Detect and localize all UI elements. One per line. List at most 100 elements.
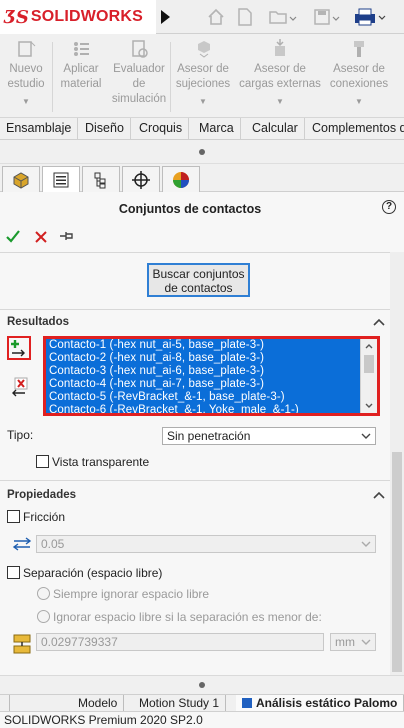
new-study-icon [18, 41, 36, 57]
panel-scrollbar-thumb[interactable] [392, 452, 402, 672]
chevron-down-icon: ▼ [276, 97, 284, 106]
ok-check-icon[interactable] [5, 226, 21, 246]
tab-complementos[interactable]: Complementos de [306, 118, 404, 139]
gap-checkbox[interactable] [7, 566, 20, 579]
scroll-down-icon[interactable] [365, 403, 373, 409]
contact-type-select[interactable]: Sin penetración [162, 427, 376, 445]
gap-distance-field[interactable]: 0.0297739337 [36, 633, 324, 651]
status-bar: SOLIDWORKS Premium 2020 SP2.0 [0, 711, 404, 728]
find-contact-sets-button[interactable]: Buscar conjuntos de contactos [147, 263, 250, 297]
expand-menu-icon[interactable] [158, 8, 172, 26]
property-manager: Conjuntos de contactos ? Buscar conjunto… [0, 192, 404, 675]
separator [170, 42, 171, 112]
configuration-manager-tab[interactable] [82, 166, 120, 192]
tab-calcular[interactable]: Calcular [246, 118, 305, 139]
save-icon[interactable] [313, 5, 343, 29]
fixtures-advisor-button[interactable]: Asesor de sujeciones ▼ [174, 38, 232, 109]
command-manager: Nuevo estudio ▼ Aplicar material Evaluad… [0, 34, 404, 118]
print-icon[interactable] [353, 5, 387, 29]
list-item[interactable]: Contacto-4 (-hex nut_ai-7, base_plate-3-… [46, 378, 360, 391]
cancel-x-icon[interactable] [33, 226, 49, 246]
list-scrollbar[interactable] [360, 339, 377, 413]
friction-coefficient-field[interactable]: 0.05 [36, 535, 376, 553]
solidworks-logo[interactable]: ƷS SOLIDWORKS [0, 0, 156, 34]
dimxpert-manager-tab[interactable] [122, 166, 160, 192]
collapse-chevron-icon[interactable] [373, 491, 385, 499]
type-label: Tipo: [7, 428, 34, 442]
tab-marca[interactable]: Marca [193, 118, 241, 139]
separator [52, 42, 53, 112]
chevron-down-icon [361, 541, 371, 547]
chevron-down-icon [361, 433, 371, 439]
transparent-view-checkbox[interactable] [36, 455, 49, 468]
list-item[interactable]: Contacto-2 (-hex nut_ai-8, base_plate-3-… [46, 352, 360, 365]
tab-motion-study[interactable]: Motion Study 1 [133, 695, 227, 711]
always-ignore-gap-radio[interactable] [37, 587, 50, 600]
pushpin-icon[interactable] [58, 226, 76, 246]
open-folder-icon[interactable] [268, 5, 298, 29]
connections-icon [354, 41, 364, 57]
tab-static-analysis[interactable]: Análisis estático Palomo [236, 695, 404, 711]
panel-splitter[interactable] [0, 140, 404, 164]
external-loads-advisor-button[interactable]: Asesor de cargas externas ▼ [238, 38, 322, 109]
ds-logo-mark: ƷS [4, 6, 29, 28]
properties-heading: Propiedades [7, 489, 77, 501]
gap-unit-select[interactable]: mm [330, 633, 376, 651]
ignore-gap-if-less-label: Ignorar espacio libre si la separación e… [53, 610, 322, 624]
splitter-handle[interactable] [199, 682, 205, 688]
list-item[interactable]: Contacto-1 (-hex nut_ai-5, base_plate-3-… [46, 339, 360, 352]
chevron-down-icon: ▼ [199, 97, 207, 106]
external-loads-icon [275, 39, 285, 56]
feature-manager-tab[interactable] [2, 166, 40, 192]
help-icon[interactable]: ? [382, 200, 396, 214]
simulation-study-icon [242, 698, 252, 708]
simulation-evaluator-button[interactable]: Evaluador de simulación [110, 38, 168, 107]
chevron-down-icon: ▼ [355, 97, 363, 106]
friction-checkbox[interactable] [7, 510, 20, 523]
tab-scroll-arrow[interactable] [0, 695, 10, 711]
new-document-icon[interactable] [236, 5, 254, 29]
chevron-down-icon: ▼ [22, 97, 30, 106]
logo-text: SOLIDWORKS [30, 8, 144, 25]
divider [0, 480, 390, 481]
remove-from-list-icon [12, 377, 28, 397]
connections-advisor-button[interactable]: Asesor de conexiones ▼ [328, 38, 390, 109]
configuration-manager-icon [94, 172, 106, 188]
gap-label: Separación (espacio libre) [23, 566, 163, 580]
chevron-down-icon [361, 639, 371, 645]
manager-tabs [0, 164, 404, 192]
collapse-chevron-icon[interactable] [373, 318, 385, 326]
scroll-up-icon[interactable] [365, 343, 373, 349]
add-contact-set-button[interactable] [7, 336, 31, 360]
display-manager-tab[interactable] [162, 166, 200, 192]
list-scrollbar-thumb[interactable] [364, 355, 374, 373]
property-manager-icon [53, 172, 69, 187]
list-item[interactable]: Contacto-5 (-RevBracket_&-1, base_plate-… [46, 391, 360, 404]
title-bar: ƷS SOLIDWORKS [0, 0, 404, 34]
tab-croquis[interactable]: Croquis [133, 118, 190, 139]
add-to-list-icon [11, 340, 25, 357]
tab-ensamblaje[interactable]: Ensamblaje [0, 118, 79, 139]
list-item[interactable]: Contacto-6 (-RevBracket_&-1, Yoke_male_&… [46, 404, 360, 413]
home-icon[interactable] [206, 5, 226, 29]
contact-sets-list[interactable]: Contacto-1 (-hex nut_ai-5, base_plate-3-… [43, 336, 380, 416]
splitter-handle[interactable] [199, 149, 205, 155]
evaluator-icon [132, 40, 148, 58]
new-study-button[interactable]: Nuevo estudio ▼ [6, 38, 46, 109]
command-tabs: Ensamblaje Diseño Croquis Marca Calcular… [0, 118, 404, 140]
bottom-splitter[interactable] [0, 675, 404, 695]
material-list-icon [74, 42, 89, 56]
dimxpert-icon [132, 170, 150, 189]
property-manager-tab[interactable] [42, 166, 80, 192]
ignore-gap-if-less-radio[interactable] [37, 610, 50, 623]
divider [0, 252, 390, 253]
apply-material-button[interactable]: Aplicar material [58, 38, 104, 92]
panel-scrollbar[interactable] [390, 252, 404, 675]
list-item[interactable]: Contacto-3 (-hex nut_ai-6, base_plate-3-… [46, 365, 360, 378]
divider [0, 309, 390, 310]
friction-icon [12, 537, 32, 551]
transparent-view-label: Vista transparente [52, 455, 150, 469]
tab-diseno[interactable]: Diseño [79, 118, 131, 139]
remove-contact-set-button[interactable] [7, 375, 31, 399]
tab-modelo[interactable]: Modelo [72, 695, 125, 711]
